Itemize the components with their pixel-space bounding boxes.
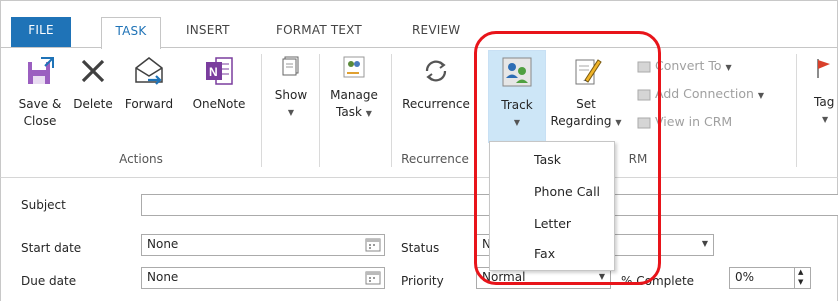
onenote-button[interactable]: N OneNote xyxy=(191,54,247,113)
set-regarding-button[interactable]: Set Regarding ▼ xyxy=(547,54,625,131)
percent-complete-value: 0% xyxy=(735,270,755,284)
save-close-button[interactable]: Save & Close xyxy=(15,54,65,130)
task-form: Subject Start date None Status N ▼ Due d… xyxy=(0,178,838,301)
track-people-icon xyxy=(502,57,532,87)
percent-complete-stepper[interactable]: 0% ▲ ▼ xyxy=(729,267,811,289)
menu-item-phone-call[interactable]: Phone Call xyxy=(534,184,600,199)
chevron-up-icon[interactable]: ▲ xyxy=(798,268,803,276)
menu-item-task[interactable]: Task xyxy=(534,152,561,167)
recurrence-label: Recurrence xyxy=(402,97,470,111)
menu-item-fax[interactable]: Fax xyxy=(534,246,555,261)
calendar-icon[interactable] xyxy=(365,237,381,253)
tab-file[interactable]: FILE xyxy=(11,17,71,48)
due-date-label: Due date xyxy=(21,274,77,288)
group-separator xyxy=(261,54,262,167)
priority-value: Normal xyxy=(482,270,526,284)
track-label: Track xyxy=(501,98,533,112)
track-button[interactable]: Track ▼ xyxy=(489,54,545,131)
calendar-icon[interactable] xyxy=(365,270,381,286)
manage-task-button[interactable]: Manage Task ▼ xyxy=(325,54,383,122)
add-connection-button[interactable]: Add Connection ▼ xyxy=(637,86,764,102)
priority-label: Priority xyxy=(401,274,444,288)
chevron-down-icon: ▼ xyxy=(287,108,295,117)
group-separator xyxy=(796,54,797,167)
chevron-down-icon: ▼ xyxy=(365,109,372,118)
group-separator xyxy=(391,54,392,167)
show-pages-icon xyxy=(282,56,299,76)
menu-item-letter[interactable]: Letter xyxy=(534,216,571,231)
delete-button[interactable]: Delete xyxy=(73,54,113,113)
svg-text:N: N xyxy=(209,65,218,79)
tab-format-text[interactable]: FORMAT TEXT xyxy=(276,23,362,37)
start-date-field[interactable]: None xyxy=(141,234,385,256)
status-label: Status xyxy=(401,241,440,255)
manage-task-label-2: Task ▼ xyxy=(336,105,372,119)
set-regarding-pencil-icon xyxy=(575,59,602,85)
group-label-crm: RM xyxy=(628,152,648,166)
group-label-actions: Actions xyxy=(119,152,163,166)
forward-label: Forward xyxy=(124,97,174,111)
save-close-label-2: Close xyxy=(23,114,57,128)
chevron-down-icon[interactable]: ▼ xyxy=(798,278,803,286)
tab-review[interactable]: REVIEW xyxy=(412,23,460,37)
delete-label: Delete xyxy=(73,97,113,111)
view-in-crm-button[interactable]: View in CRM xyxy=(637,114,732,130)
manage-task-label-1: Manage xyxy=(330,88,378,102)
convert-to-button[interactable]: Convert To ▼ xyxy=(637,58,732,74)
percent-complete-label: % Complete xyxy=(621,274,695,288)
tags-button[interactable]: Tag ▼ xyxy=(804,54,838,128)
onenote-icon: N xyxy=(206,57,233,85)
convert-icon xyxy=(637,61,651,72)
group-label-recurrence: Recurrence xyxy=(401,152,469,166)
show-dropdown-button[interactable]: Show ▼ xyxy=(271,54,311,121)
save-close-label-1: Save & xyxy=(18,97,62,111)
stepper-buttons[interactable]: ▲ ▼ xyxy=(794,268,810,288)
save-close-icon xyxy=(28,57,54,84)
chevron-down-icon: ▼ xyxy=(701,239,708,248)
onenote-label: OneNote xyxy=(192,97,246,111)
chevron-down-icon: ▼ xyxy=(822,115,829,124)
group-separator xyxy=(319,54,320,167)
start-date-label: Start date xyxy=(21,241,82,255)
add-connection-icon xyxy=(637,89,651,100)
subject-label: Subject xyxy=(21,198,66,212)
tags-label: Tag xyxy=(814,95,835,109)
tab-task[interactable]: TASK xyxy=(101,17,161,49)
manage-task-people-icon xyxy=(343,56,365,78)
recurrence-button[interactable]: Recurrence xyxy=(397,54,475,113)
ribbon-tab-bar: FILE TASK INSERT FORMAT TEXT REVIEW xyxy=(0,0,838,49)
set-regarding-label-2: Regarding ▼ xyxy=(550,114,622,128)
chevron-down-icon: ▼ xyxy=(598,272,605,281)
chevron-down-icon: ▼ xyxy=(615,118,622,127)
set-regarding-label-1: Set xyxy=(576,97,596,111)
forward-button[interactable]: Forward xyxy=(123,54,175,113)
delete-x-icon xyxy=(81,59,105,83)
track-dropdown-menu: Task Phone Call Letter Fax xyxy=(489,141,615,271)
chevron-down-icon: ▼ xyxy=(725,63,732,72)
chevron-down-icon: ▼ xyxy=(757,91,765,100)
ribbon: Save & Close Delete Forward N OneNote Ac… xyxy=(0,47,838,178)
show-label: Show xyxy=(274,88,308,102)
view-in-crm-icon xyxy=(637,117,651,128)
chevron-down-icon: ▼ xyxy=(513,118,521,127)
recurrence-icon xyxy=(425,60,447,82)
flag-icon xyxy=(817,59,830,78)
tab-insert[interactable]: INSERT xyxy=(186,23,230,37)
start-date-value: None xyxy=(147,237,179,251)
due-date-value: None xyxy=(147,270,179,284)
due-date-field[interactable]: None xyxy=(141,267,385,289)
forward-envelope-icon xyxy=(135,57,163,85)
